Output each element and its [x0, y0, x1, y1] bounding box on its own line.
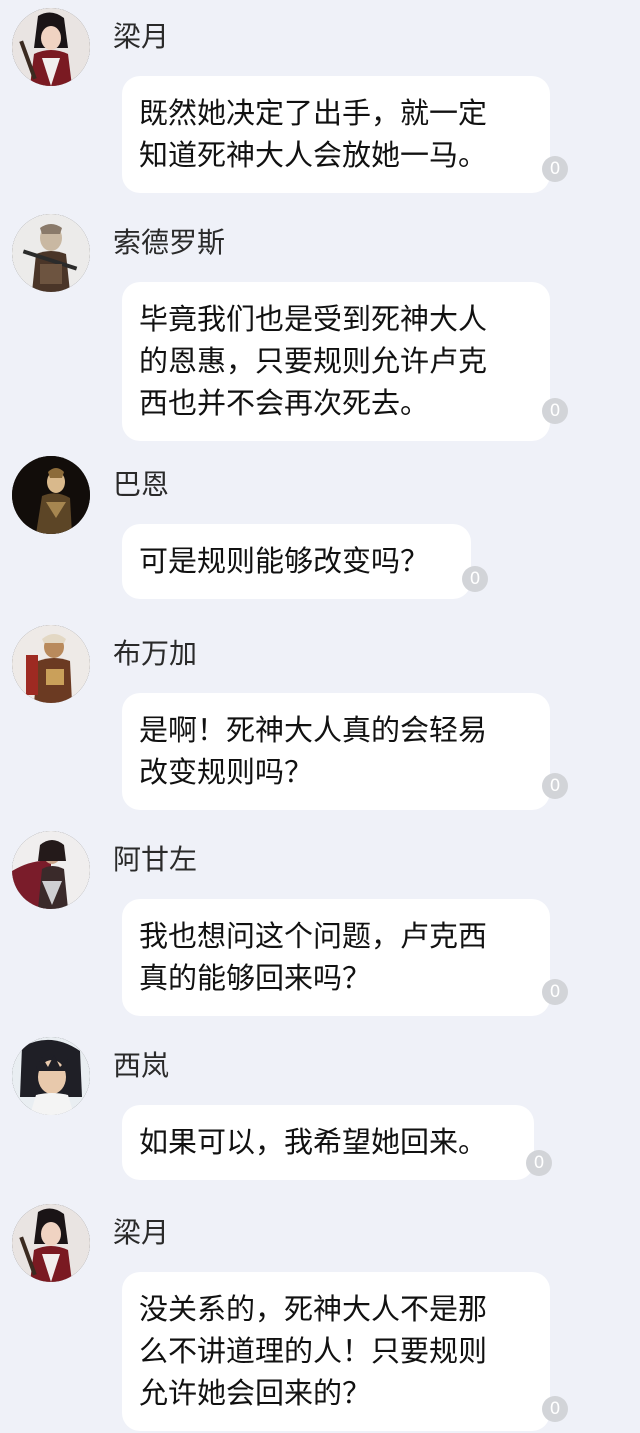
- message-text-line: 改变规则吗？: [139, 755, 314, 789]
- sender-name: 索德罗斯: [113, 226, 226, 259]
- chat-message: 梁月 没关系的，死神大人不是那 么不讲道理的人！只要规则 允许她会回来的？ 0: [0, 1204, 640, 1431]
- chat-message: 梁月 既然她决定了出手，就一定 知道死神大人会放她一马。 0: [0, 8, 640, 193]
- sender-name: 梁月: [113, 1216, 170, 1249]
- unread-count-badge[interactable]: 0: [542, 1396, 568, 1422]
- sender-name: 阿甘左: [113, 843, 198, 876]
- chat-message: 索德罗斯 毕竟我们也是受到死神大人 的恩惠，只要规则允许卢克 西也并不会再次死去…: [0, 214, 640, 441]
- message-bubble[interactable]: 既然她决定了出手，就一定 知道死神大人会放她一马。: [122, 76, 550, 193]
- message-text-line: 知道死神大人会放她一马。: [139, 138, 488, 172]
- unread-count-badge[interactable]: 0: [542, 156, 568, 182]
- message-bubble[interactable]: 毕竟我们也是受到死神大人 的恩惠，只要规则允许卢克 西也并不会再次死去。: [122, 282, 550, 441]
- message-text-line: 真的能够回来吗？: [139, 961, 372, 995]
- message-bubble[interactable]: 可是规则能够改变吗？: [122, 524, 471, 599]
- message-text-line: 西也并不会再次死去。: [139, 386, 430, 420]
- message-text-line: 没关系的，死神大人不是那: [139, 1292, 488, 1326]
- message-bubble[interactable]: 如果可以，我希望她回来。: [122, 1105, 534, 1180]
- message-bubble[interactable]: 没关系的，死神大人不是那 么不讲道理的人！只要规则 允许她会回来的？: [122, 1272, 550, 1431]
- chat-message: 巴恩 可是规则能够改变吗？ 0: [0, 456, 640, 599]
- message-bubble[interactable]: 是啊！死神大人真的会轻易 改变规则吗？: [122, 693, 550, 810]
- avatar-suodeluosi-icon[interactable]: [12, 214, 90, 292]
- unread-count-badge[interactable]: 0: [542, 773, 568, 799]
- chat-message: 西岚 如果可以，我希望她回来。 0: [0, 1037, 640, 1182]
- chat-message: 阿甘左 我也想问这个问题，卢克西 真的能够回来吗？ 0: [0, 831, 640, 1016]
- unread-count-badge[interactable]: 0: [542, 979, 568, 1005]
- sender-name: 梁月: [113, 20, 170, 53]
- avatar-aganzuo-icon[interactable]: [12, 831, 90, 909]
- message-text-line: 可是规则能够改变吗？: [139, 544, 430, 578]
- unread-count-badge[interactable]: 0: [462, 566, 488, 592]
- avatar-xilan-icon[interactable]: [12, 1037, 90, 1115]
- avatar-buwanjia-icon[interactable]: [12, 625, 90, 703]
- sender-name: 布万加: [113, 637, 198, 670]
- message-text-line: 么不讲道理的人！只要规则: [139, 1334, 488, 1368]
- sender-name: 巴恩: [113, 468, 170, 501]
- message-bubble[interactable]: 我也想问这个问题，卢克西 真的能够回来吗？: [122, 899, 550, 1016]
- avatar-baen-icon[interactable]: [12, 456, 90, 534]
- message-text-line: 允许她会回来的？: [139, 1376, 372, 1410]
- unread-count-badge[interactable]: 0: [526, 1150, 552, 1176]
- message-text-line: 毕竟我们也是受到死神大人: [139, 302, 488, 336]
- sender-name: 西岚: [113, 1049, 170, 1082]
- avatar-liangyue-icon[interactable]: [12, 1204, 90, 1282]
- unread-count-badge[interactable]: 0: [542, 398, 568, 424]
- chat-message: 布万加 是啊！死神大人真的会轻易 改变规则吗？ 0: [0, 625, 640, 810]
- message-text-line: 是啊！死神大人真的会轻易: [139, 713, 488, 747]
- message-text-line: 我也想问这个问题，卢克西: [139, 919, 488, 953]
- message-text-line: 的恩惠，只要规则允许卢克: [139, 344, 488, 378]
- message-text-line: 既然她决定了出手，就一定: [139, 96, 488, 130]
- chat-message-list[interactable]: 梁月 既然她决定了出手，就一定 知道死神大人会放她一马。 0 索德罗斯 毕竟我们…: [0, 0, 640, 1433]
- avatar-liangyue-icon[interactable]: [12, 8, 90, 86]
- message-text-line: 如果可以，我希望她回来。: [139, 1125, 488, 1159]
